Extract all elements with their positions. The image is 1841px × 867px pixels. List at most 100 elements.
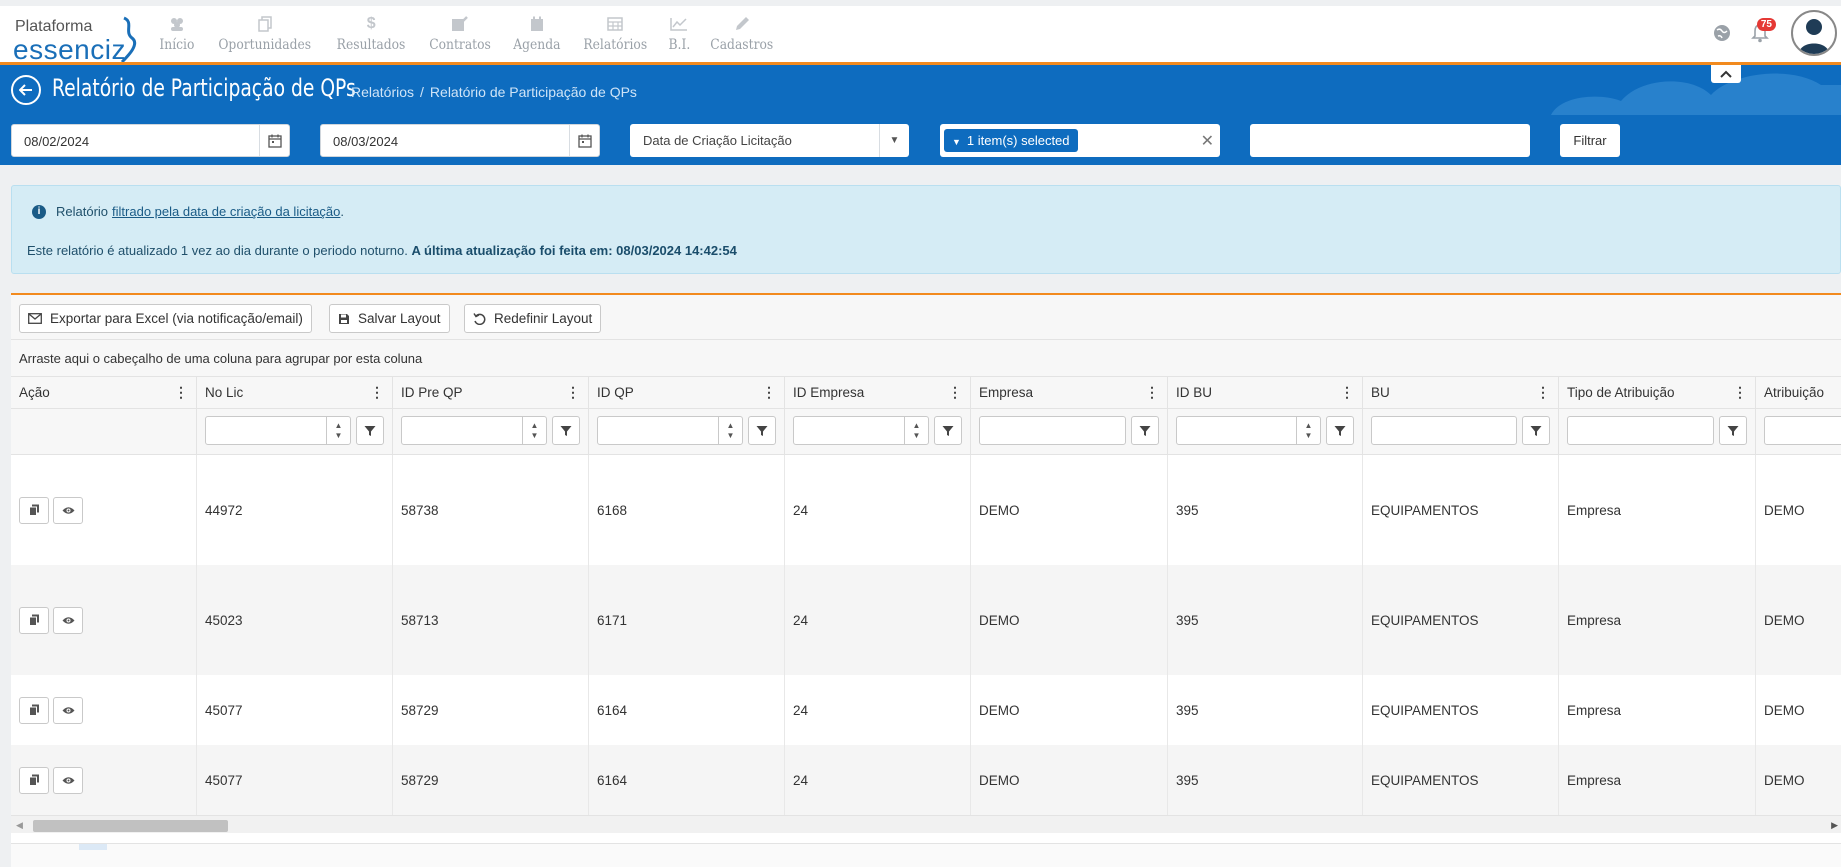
- group-panel[interactable]: Arraste aqui o cabeçalho de uma coluna p…: [11, 340, 1841, 377]
- column-filter-button[interactable]: [748, 416, 776, 445]
- column-header[interactable]: BU ⋮: [1363, 377, 1559, 409]
- copy-button[interactable]: [19, 606, 49, 634]
- column-filter-button[interactable]: [1131, 416, 1159, 445]
- column-filter-input[interactable]: [1764, 416, 1841, 445]
- spinner-icon[interactable]: ▲ ▼: [718, 417, 742, 444]
- notification-badge: 75: [1756, 18, 1776, 31]
- alert-link[interactable]: filtrado pela data de criação da licitaç…: [112, 204, 340, 219]
- filter-cell: [11, 409, 197, 455]
- copy-button[interactable]: [19, 496, 49, 524]
- export-excel-button[interactable]: Exportar para Excel (via notificação/ema…: [19, 304, 312, 333]
- column-menu-icon[interactable]: ⋮: [1536, 384, 1550, 401]
- column-filter-input[interactable]: ▲ ▼: [1176, 416, 1321, 445]
- table-row[interactable]: 45077 58729 6164 24 DEMO 395 EQUIPAMENTOS Empre…: [11, 675, 1841, 745]
- column-filter-button[interactable]: [1326, 416, 1354, 445]
- eye-icon: [62, 616, 74, 624]
- pencil-icon: [734, 14, 750, 34]
- filter-cell: [971, 409, 1168, 455]
- column-filter-input[interactable]: [979, 416, 1126, 445]
- column-filter-input[interactable]: [1371, 416, 1517, 445]
- nav-item-oportunidades[interactable]: Oportunidades: [212, 14, 317, 60]
- column-filter-button[interactable]: [552, 416, 580, 445]
- calendar-icon[interactable]: [259, 125, 289, 156]
- column-header[interactable]: Tipo de Atribuição ⋮: [1559, 377, 1756, 409]
- save-layout-button[interactable]: Salvar Layout: [329, 304, 450, 333]
- date-type-select[interactable]: Data de Criação Licitação ▼: [630, 124, 909, 157]
- column-filter-input[interactable]: ▲ ▼: [401, 416, 547, 445]
- column-filter-button[interactable]: [934, 416, 962, 445]
- column-filter-button[interactable]: [356, 416, 384, 445]
- pager-current[interactable]: [79, 844, 107, 850]
- column-menu-icon[interactable]: ⋮: [370, 384, 384, 401]
- selected-tag[interactable]: ▼ 1 item(s) selected: [944, 129, 1078, 152]
- date-to-input[interactable]: 08/03/2024: [320, 124, 600, 157]
- spinner-icon[interactable]: ▲ ▼: [1296, 417, 1320, 444]
- nav-item-b-i-[interactable]: B.I.: [667, 14, 692, 60]
- column-header[interactable]: ID Empresa ⋮: [785, 377, 971, 409]
- column-header-label: Atribuição: [1764, 385, 1825, 400]
- column-filter-input[interactable]: [1567, 416, 1714, 445]
- caret-down-icon[interactable]: ▼: [879, 124, 909, 157]
- multiselect-input[interactable]: ▼ 1 item(s) selected ✕: [940, 124, 1220, 157]
- column-filter-input[interactable]: ▲ ▼: [793, 416, 929, 445]
- spinner-icon[interactable]: ▲ ▼: [326, 417, 350, 444]
- calendar-icon[interactable]: [569, 125, 599, 156]
- spinner-icon[interactable]: ▲ ▼: [904, 417, 928, 444]
- collapse-header-button[interactable]: [1711, 65, 1741, 83]
- nav-item-cadastros[interactable]: Cadastros: [706, 14, 777, 60]
- action-cell: [11, 745, 197, 815]
- user-avatar[interactable]: [1791, 10, 1837, 56]
- breadcrumb-relatorios[interactable]: Relatórios: [351, 84, 414, 100]
- globe-icon[interactable]: [1713, 24, 1731, 47]
- copy-button[interactable]: [19, 766, 49, 794]
- view-button[interactable]: [53, 606, 83, 634]
- column-header[interactable]: Atribuição: [1756, 377, 1841, 409]
- column-header[interactable]: Empresa ⋮: [971, 377, 1168, 409]
- scroll-left-icon[interactable]: ◀: [16, 820, 23, 831]
- table-cell: 44972: [197, 455, 393, 565]
- column-menu-icon[interactable]: ⋮: [1340, 384, 1354, 401]
- view-button[interactable]: [53, 496, 83, 524]
- column-menu-icon[interactable]: ⋮: [1733, 384, 1747, 401]
- nav-item-relat-rios[interactable]: Relatórios: [579, 14, 652, 60]
- nav-item-resultados[interactable]: $ Resultados: [332, 14, 410, 60]
- filter-cell: [1559, 409, 1756, 455]
- reset-layout-button[interactable]: Redefinir Layout: [464, 304, 602, 333]
- date-from-input[interactable]: 08/02/2024: [11, 124, 290, 157]
- brand-swirl-icon: [120, 16, 137, 64]
- nav-item-in-cio[interactable]: Início: [157, 14, 197, 60]
- scroll-right-icon[interactable]: ▶: [1831, 820, 1838, 831]
- column-header[interactable]: ID QP ⋮: [589, 377, 785, 409]
- spinner-icon[interactable]: ▲ ▼: [522, 417, 546, 444]
- table-row[interactable]: 45023 58713 6171 24 DEMO 395 EQUIPAMENTOS Empre…: [11, 565, 1841, 675]
- column-filter-button[interactable]: [1522, 416, 1550, 445]
- column-header[interactable]: ID BU ⋮: [1168, 377, 1363, 409]
- copy-button[interactable]: [19, 696, 49, 724]
- text-filter-input[interactable]: [1250, 124, 1530, 157]
- column-header[interactable]: Ação ⋮: [11, 377, 197, 409]
- back-button[interactable]: [11, 75, 41, 105]
- scrollbar-thumb[interactable]: [33, 820, 228, 832]
- view-button[interactable]: [53, 766, 83, 794]
- page-title: Relatório de Participação de QPs: [52, 74, 356, 102]
- table-row[interactable]: 44972 58738 6168 24 DEMO 395 EQUIPAMENTOS Empre…: [11, 455, 1841, 565]
- column-menu-icon[interactable]: ⋮: [948, 384, 962, 401]
- filter-button[interactable]: Filtrar: [1560, 124, 1620, 157]
- column-menu-icon[interactable]: ⋮: [1145, 384, 1159, 401]
- nav-item-contratos[interactable]: Contratos: [425, 14, 495, 60]
- column-menu-icon[interactable]: ⋮: [566, 384, 580, 401]
- column-filter-input[interactable]: ▲ ▼: [597, 416, 743, 445]
- filter-cell: [1363, 409, 1559, 455]
- horizontal-scrollbar[interactable]: ◀ ▶: [11, 815, 1841, 833]
- table-row[interactable]: 45077 58729 6164 24 DEMO 395 EQUIPAMENTOS Empre…: [11, 745, 1841, 815]
- column-filter-input[interactable]: ▲ ▼: [205, 416, 351, 445]
- brand-logo[interactable]: Plataforma essenciz: [13, 16, 153, 65]
- column-header[interactable]: ID Pre QP ⋮: [393, 377, 589, 409]
- column-menu-icon[interactable]: ⋮: [174, 384, 188, 401]
- column-header[interactable]: No Lic ⋮: [197, 377, 393, 409]
- clear-icon[interactable]: ✕: [1201, 131, 1214, 151]
- view-button[interactable]: [53, 696, 83, 724]
- column-menu-icon[interactable]: ⋮: [762, 384, 776, 401]
- nav-item-agenda[interactable]: Agenda: [510, 14, 564, 60]
- column-filter-button[interactable]: [1719, 416, 1747, 445]
